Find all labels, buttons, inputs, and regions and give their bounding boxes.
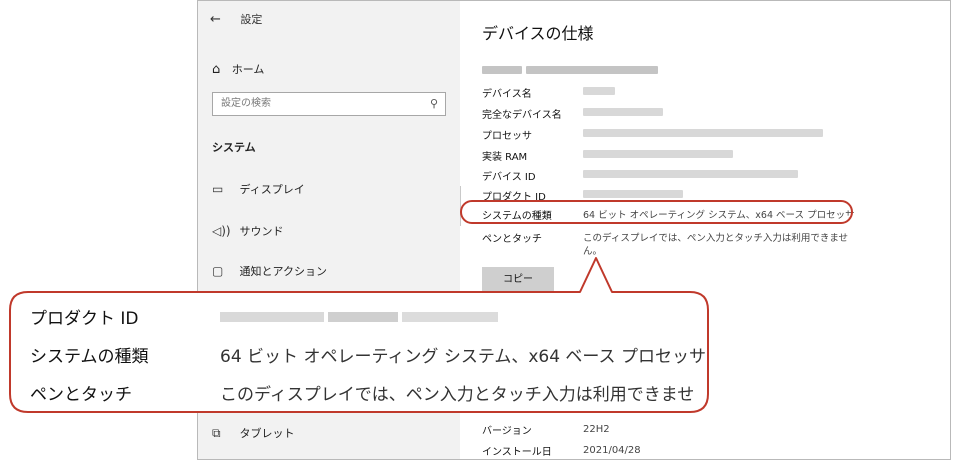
sidebar-item-label: 通知とアクション: [239, 265, 327, 278]
copy-button[interactable]: コピー: [482, 267, 554, 293]
sidebar-item-tablet[interactable]: ⧉ タブレット: [212, 425, 295, 441]
home-icon: ⌂: [212, 62, 221, 77]
sidebar-item-sound[interactable]: ◁)) サウンド: [212, 223, 284, 239]
highlight-oval: [460, 200, 853, 224]
tablet-icon: ⧉: [212, 426, 221, 440]
device-name-heading-redacted: [526, 66, 658, 74]
callout-value: 64 ビット オペレーティング システム、x64 ベース プロセッサ: [220, 347, 706, 367]
sidebar-item-label: ディスプレイ: [239, 183, 305, 196]
callout-value-redacted: [220, 312, 324, 322]
spec-value-redacted: [583, 129, 823, 137]
nav-home[interactable]: ⌂ ホーム: [212, 61, 264, 77]
window-title: 設定: [240, 13, 263, 26]
spec-value: 2021/04/28: [583, 445, 641, 456]
search-placeholder: 設定の検索: [221, 98, 271, 109]
callout-value: このディスプレイでは、ペン入力とタッチ入力は利用できませ: [220, 385, 695, 405]
spec-value-redacted: [583, 108, 663, 116]
spec-value-continued: ん。: [583, 246, 603, 257]
callout-value-redacted: [328, 312, 398, 322]
device-name-heading-redacted: [482, 66, 522, 74]
search-icon[interactable]: ⚲: [430, 93, 438, 115]
spec-label: デバイス ID: [482, 172, 536, 183]
spec-label: インストール日: [482, 447, 552, 458]
spec-label: 実装 RAM: [482, 152, 528, 163]
titlebar: ← 設定: [210, 11, 262, 27]
sidebar-item-label: サウンド: [239, 225, 284, 238]
search-input[interactable]: 設定の検索 ⚲: [212, 92, 446, 116]
spec-value: このディスプレイでは、ペン入力とタッチ入力は利用できませ: [583, 233, 849, 244]
callout-label: プロダクト ID: [30, 309, 139, 329]
notification-icon: ▢: [212, 264, 224, 278]
callout-label: ペンとタッチ: [30, 385, 132, 405]
speaker-icon: ◁)): [212, 224, 231, 238]
sidebar-item-notifications[interactable]: ▢ 通知とアクション: [212, 263, 327, 279]
spec-value-redacted: [583, 190, 683, 198]
spec-label: 完全なデバイス名: [482, 110, 562, 121]
spec-label: ペンとタッチ: [482, 234, 542, 245]
callout-value-redacted: [402, 312, 498, 322]
spec-label: デバイス名: [482, 89, 532, 100]
sidebar-item-label: タブレット: [239, 427, 295, 440]
nav-home-label: ホーム: [231, 63, 265, 76]
spec-value-redacted: [583, 150, 733, 158]
spec-value-redacted: [583, 87, 615, 95]
section-label-system: システム: [212, 141, 256, 154]
spec-value: 22H2: [583, 424, 610, 435]
monitor-icon: ▭: [212, 182, 224, 196]
spec-value-redacted: [583, 170, 798, 178]
callout-label: システムの種類: [30, 347, 149, 367]
back-arrow-icon[interactable]: ←: [210, 12, 221, 27]
spec-label: バージョン: [482, 426, 532, 437]
callout-content: プロダクト ID システムの種類 64 ビット オペレーティング システム、x6…: [10, 292, 708, 412]
sidebar-item-display[interactable]: ▭ ディスプレイ: [212, 181, 305, 197]
page-title: デバイスの仕様: [482, 24, 594, 43]
spec-label: プロセッサ: [482, 131, 532, 142]
